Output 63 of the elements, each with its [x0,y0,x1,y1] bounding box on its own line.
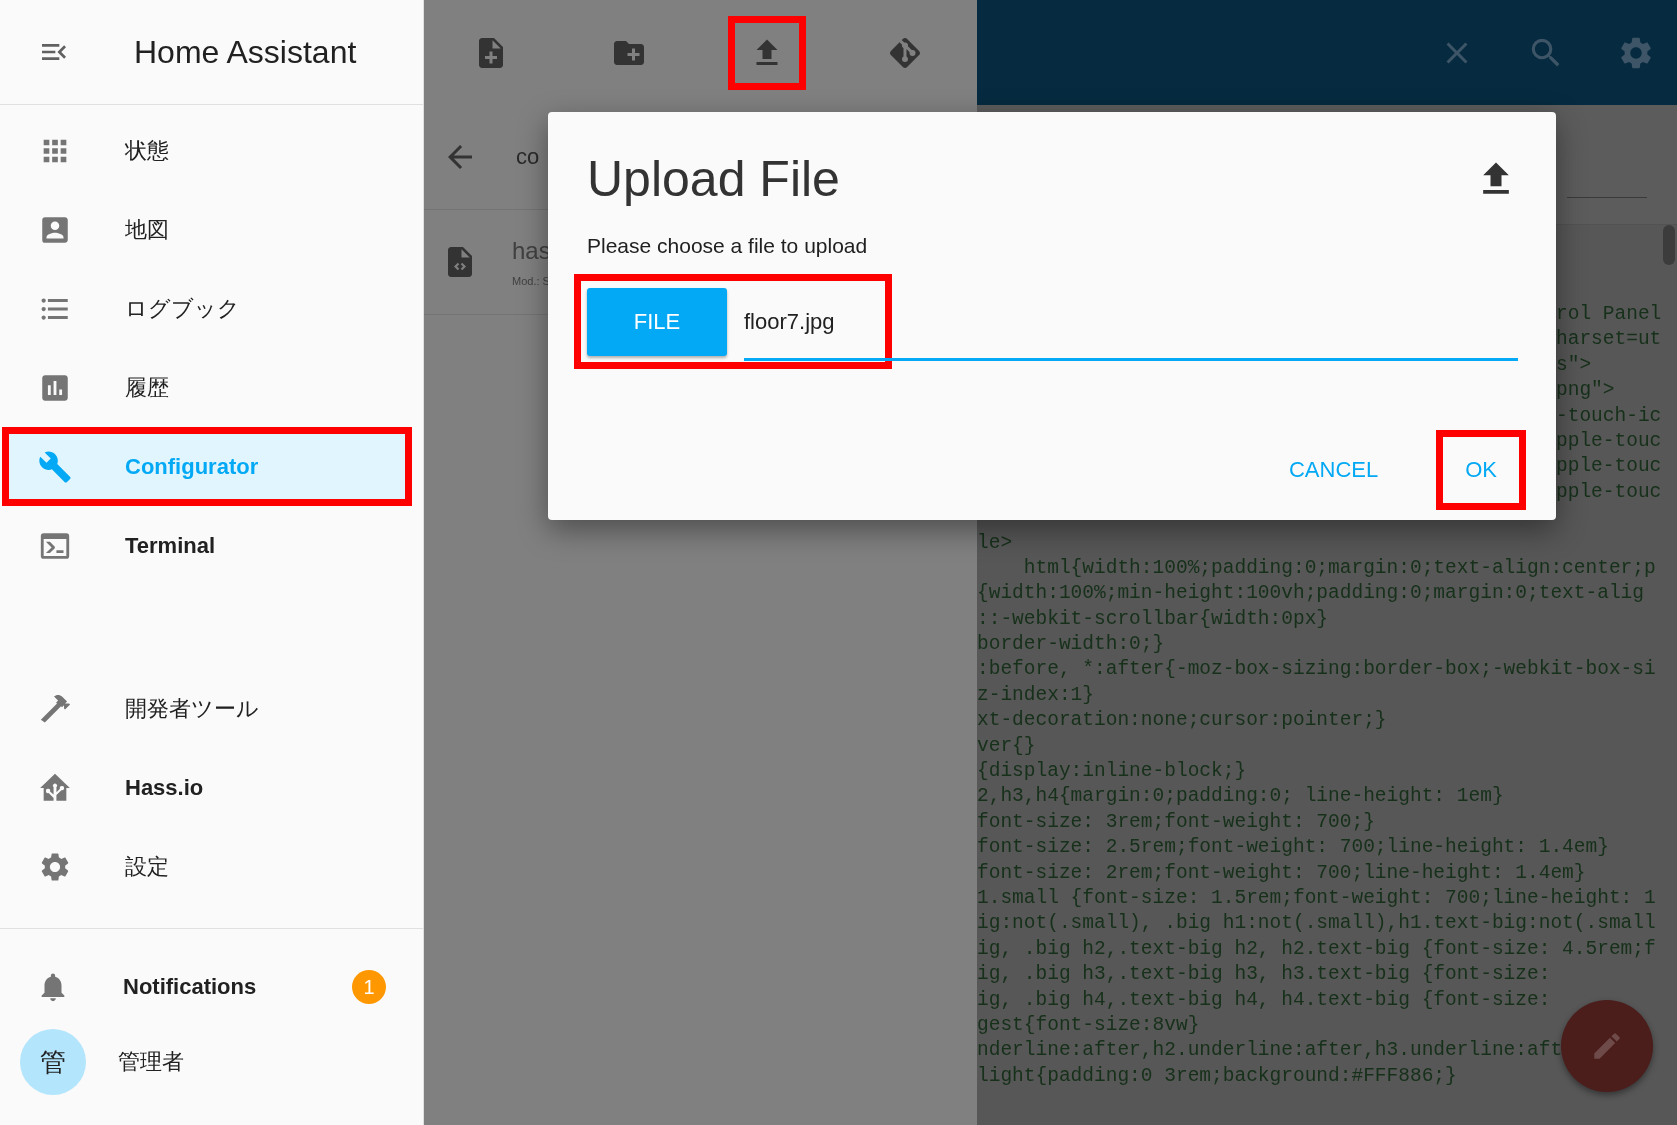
code-line: pple-touc [1556,454,1662,480]
sidebar-item-label: 設定 [125,852,169,881]
code-line: light{padding:0 3rem;background:#FFF886;} [977,1063,1457,1089]
sidebar-item-label: 開発者ツール [125,694,259,723]
code-line: font-size: 2.5rem;font-weight: 700;line-height: 1.4em} [977,835,1609,861]
sidebar-item-label: 地図 [125,215,169,244]
code-line: le> [977,530,1013,556]
code-line: ig:not(.small), .big h1:not(.small),h1.text-big:not(.small [977,911,1656,937]
sidebar-item-label: Terminal [125,532,216,559]
code-line: xt-decoration:none;cursor:pointer;} [977,708,1387,734]
dialog-prompt: Please choose a file to upload [587,234,869,258]
notifications-label: Notifications [123,974,257,1000]
dialog-title: Upload File [587,150,840,208]
code-line: png"> [1556,378,1615,404]
sidebar-item-label: Hass.io [125,774,204,801]
sidebar-item[interactable]: 状態 [2,111,412,190]
notification-count: 1 [352,970,386,1004]
code-line: gest{font-size:8vw} [977,1012,1200,1038]
sidebar-item[interactable]: 設定 [2,827,412,906]
sidebar-item[interactable]: Terminal [2,506,412,585]
code-line: ig, .big h4,.text-big h4, h4.text-big {font-size: [977,987,1551,1013]
code-line: ::-webkit-scrollbar{width:0px} [977,606,1329,632]
code-line: harset=ut [1556,327,1662,353]
code-line: -touch-ic [1556,403,1662,429]
code-line: html{width:100%;padding:0;margin:0;text-align:center;p [1022,555,1656,581]
code-line: 2,h3,h4{margin:0;padding:0; line-height: 1em} [977,784,1504,810]
sidebar-item-label: ログブック [125,294,240,323]
code-line: 1.small {font-size: 1.5rem;font-weight: 700;line-height: 1 [977,886,1656,911]
sidebar-item-label: 状態 [125,136,169,165]
code-line: {display:inline-block;} [977,759,1247,785]
folder-path: co [516,144,540,170]
code-line: nderline:after,h2.underline:after,h3.underline:aft [977,1038,1563,1064]
code-line: s"> [1556,352,1592,378]
sidebar-item[interactable]: ログブック [2,269,412,348]
scrollbar-thumb[interactable] [1663,225,1675,265]
sidebar-item-label: Configurator [125,453,259,480]
user-name: 管理者 [118,1048,184,1076]
sidebar-item-label: 履歴 [125,373,169,402]
sidebar-item[interactable]: 履歴 [2,348,412,427]
code-line: ig, .big h2,.text-big h2, h2.text-big {font-size: 4.5rem;f [977,936,1656,962]
code-line: {width:100%;min-height:100vh;padding:0;margin:0;text-alig [977,581,1644,607]
sidebar-item[interactable]: 地図 [2,190,412,269]
code-line: font-size: 3rem;font-weight: 700;} [977,809,1375,835]
toolbar-button[interactable] [728,15,806,90]
app-title: Home Assistant [134,33,357,71]
notifications-item[interactable]: Notifications 1 [0,949,424,1025]
code-line: pple-touc [1556,479,1662,505]
code-line: rol Panel [1556,302,1662,327]
code-line: ig, .big h3,.text-big h3, h3.text-big {font-size: [977,962,1551,988]
code-line: border-width:0;} [977,632,1165,658]
code-line: :before, *:after{-moz-box-sizing:border-box;-webkit-box-si [977,657,1656,683]
file-name-field[interactable]: floor7.jpg [744,309,835,335]
wrench-icon [38,449,72,484]
user-avatar: 管 [20,1029,86,1095]
user-item[interactable]: 管 管理者 [0,1025,423,1099]
file-name: has [512,237,551,265]
sidebar-item[interactable]: Hass.io [2,748,412,827]
code-line: pple-touc [1556,428,1662,454]
code-line: ver{} [977,733,1036,759]
edit-fab[interactable] [1561,1000,1653,1092]
sidebar-item[interactable]: 開発者ツール [2,669,412,748]
code-line: font-size: 2rem;font-weight: 700;line-height: 1.4em} [977,860,1586,886]
code-line: z-index:1} [977,682,1095,708]
